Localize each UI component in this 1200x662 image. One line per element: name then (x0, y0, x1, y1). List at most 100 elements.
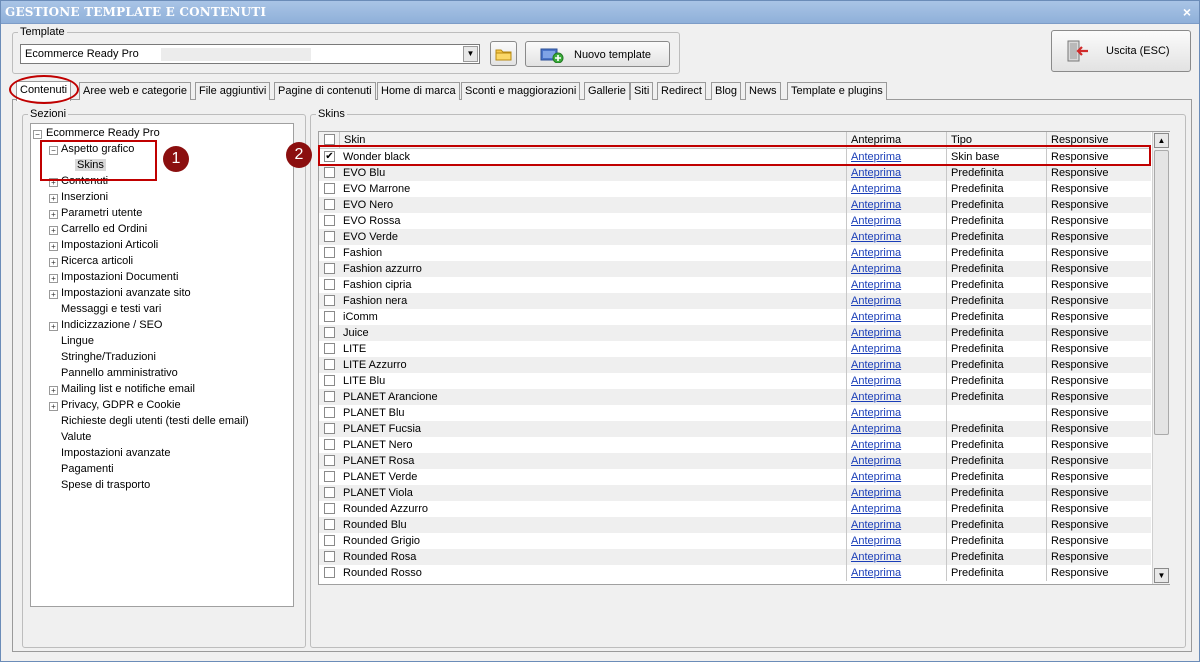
chevron-down-icon[interactable]: ▼ (463, 46, 478, 62)
cell-anteprima-link-text[interactable]: Anteprima (851, 215, 901, 227)
scroll-up-icon[interactable]: ▲ (1154, 133, 1169, 148)
row-checkbox[interactable] (324, 295, 335, 306)
table-row[interactable]: Juice Anteprima Predefinita Responsive (319, 325, 1151, 341)
cell-anteprima-link-text[interactable]: Anteprima (851, 535, 901, 547)
cell-anteprima-link-text[interactable]: Anteprima (851, 423, 901, 435)
row-checkbox[interactable] (324, 391, 335, 402)
cell-anteprima-link-text[interactable]: Anteprima (851, 391, 901, 403)
cell-anteprima-link[interactable]: Anteprima (846, 421, 946, 437)
table-row[interactable]: LITE Blu Anteprima Predefinita Responsive (319, 373, 1151, 389)
folder-button[interactable] (490, 41, 517, 66)
row-checkbox[interactable] (324, 327, 335, 338)
cell-anteprima-link-text[interactable]: Anteprima (851, 279, 901, 291)
cell-anteprima-link-text[interactable]: Anteprima (851, 471, 901, 483)
tree-item[interactable]: Richieste degli utenti (testi delle emai… (61, 415, 249, 427)
tree-item[interactable]: Stringhe/Traduzioni (61, 351, 156, 363)
tree-item[interactable]: Valute (61, 431, 91, 443)
row-checkbox[interactable] (324, 439, 335, 450)
table-row[interactable]: PLANET Fucsia Anteprima Predefinita Respons… (319, 421, 1151, 437)
cell-anteprima-link[interactable]: Anteprima (846, 373, 946, 389)
tab-template-plugins[interactable]: Template e plugins (787, 82, 887, 100)
cell-anteprima-link[interactable]: Anteprima (846, 389, 946, 405)
cell-anteprima-link[interactable]: Anteprima (846, 213, 946, 229)
table-row[interactable]: EVO Verde Anteprima Predefinita Responsive (319, 229, 1151, 245)
tree-item[interactable]: Mailing list e notifiche email (61, 383, 195, 395)
row-checkbox[interactable] (324, 519, 335, 530)
cell-anteprima-link-text[interactable]: Anteprima (851, 247, 901, 259)
tree-expand-item[interactable]: + (49, 210, 58, 219)
cell-anteprima-link-text[interactable]: Anteprima (851, 455, 901, 467)
row-checkbox[interactable] (324, 423, 335, 434)
row-checkbox[interactable] (324, 343, 335, 354)
cell-anteprima-link[interactable]: Anteprima (846, 501, 946, 517)
tree-item[interactable]: Lingue (61, 335, 94, 347)
table-row[interactable]: PLANET Viola Anteprima Predefinita Responsi… (319, 485, 1151, 501)
exit-button[interactable]: Uscita (ESC) (1051, 30, 1191, 72)
table-row[interactable]: Fashion nera Anteprima Predefinita Responsi… (319, 293, 1151, 309)
tree-expand-item[interactable]: + (49, 402, 58, 411)
tab-siti[interactable]: Siti (630, 82, 654, 100)
table-row[interactable]: Rounded Blu Anteprima Predefinita Responsiv… (319, 517, 1151, 533)
tree-expand-item[interactable]: + (49, 194, 58, 203)
table-row[interactable]: PLANET Rosa Anteprima Predefinita Responsiv… (319, 453, 1151, 469)
tree-root[interactable]: Ecommerce Ready Pro (46, 127, 160, 139)
tab-file-aggiuntivi[interactable]: File aggiuntivi (195, 82, 271, 100)
tree-expand-item[interactable]: + (49, 290, 58, 299)
row-checkbox[interactable] (324, 263, 335, 274)
row-checkbox[interactable] (324, 199, 335, 210)
tree-item[interactable]: Indicizzazione / SEO (61, 319, 163, 331)
row-checkbox[interactable] (324, 183, 335, 194)
tree-expand-item[interactable]: + (49, 322, 58, 331)
cell-anteprima-link[interactable]: Anteprima (846, 357, 946, 373)
cell-anteprima-link-text[interactable]: Anteprima (851, 359, 901, 371)
tab-redirect[interactable]: Redirect (657, 82, 706, 100)
cell-anteprima-link[interactable]: Anteprima (846, 549, 946, 565)
table-row[interactable]: EVO Blu Anteprima Predefinita Responsive (319, 165, 1151, 181)
tab-gallerie[interactable]: Gallerie (584, 82, 630, 100)
tree-item[interactable]: Messaggi e testi vari (61, 303, 161, 315)
cell-anteprima-link[interactable]: Anteprima (846, 293, 946, 309)
cell-anteprima-link-text[interactable]: Anteprima (851, 295, 901, 307)
table-row[interactable]: PLANET Verde Anteprima Predefinita Responsi… (319, 469, 1151, 485)
tab-home-marca[interactable]: Home di marca (377, 82, 460, 100)
tree-expand-item[interactable]: + (49, 242, 58, 251)
tree-expand-item[interactable]: + (49, 274, 58, 283)
row-checkbox[interactable] (324, 359, 335, 370)
table-row[interactable]: EVO Marrone Anteprima Predefinita Responsiv… (319, 181, 1151, 197)
row-checkbox[interactable] (324, 311, 335, 322)
table-row[interactable]: Rounded Rosso Anteprima Predefinita Respons… (319, 565, 1151, 581)
cell-anteprima-link[interactable]: Anteprima (846, 533, 946, 549)
grid-scrollbar[interactable]: ▲ ▼ (1152, 132, 1170, 584)
cell-anteprima-link-text[interactable]: Anteprima (851, 487, 901, 499)
cell-anteprima-link[interactable]: Anteprima (846, 245, 946, 261)
table-row[interactable]: PLANET Arancione Anteprima Predefinita Resp… (319, 389, 1151, 405)
row-checkbox[interactable] (324, 247, 335, 258)
table-row[interactable]: LITE Azzurro Anteprima Predefinita Responsi… (319, 357, 1151, 373)
tree-item[interactable]: Spese di trasporto (61, 479, 150, 491)
cell-anteprima-link-text[interactable]: Anteprima (851, 439, 901, 451)
cell-anteprima-link-text[interactable]: Anteprima (851, 231, 901, 243)
template-select[interactable]: Ecommerce Ready Pro ▼ (20, 44, 480, 64)
cell-anteprima-link[interactable]: Anteprima (846, 437, 946, 453)
row-checkbox[interactable] (324, 231, 335, 242)
cell-anteprima-link[interactable]: Anteprima (846, 309, 946, 325)
row-checkbox[interactable] (324, 455, 335, 466)
cell-anteprima-link[interactable]: Anteprima (846, 325, 946, 341)
tree-collapse-root[interactable]: − (33, 130, 42, 139)
table-row[interactable]: Fashion cipria Anteprima Predefinita Respon… (319, 277, 1151, 293)
tree-item[interactable]: Impostazioni avanzate (61, 447, 170, 459)
row-checkbox[interactable] (324, 375, 335, 386)
table-row[interactable]: LITE Anteprima Predefinita Responsive (319, 341, 1151, 357)
cell-anteprima-link-text[interactable]: Anteprima (851, 567, 901, 579)
cell-anteprima-link-text[interactable]: Anteprima (851, 183, 901, 195)
tree-expand-item[interactable]: + (49, 258, 58, 267)
cell-anteprima-link-text[interactable]: Anteprima (851, 263, 901, 275)
tree-item[interactable]: Inserzioni (61, 191, 108, 203)
row-checkbox[interactable] (324, 551, 335, 562)
cell-anteprima-link[interactable]: Anteprima (846, 165, 946, 181)
cell-anteprima-link-text[interactable]: Anteprima (851, 503, 901, 515)
cell-anteprima-link[interactable]: Anteprima (846, 453, 946, 469)
cell-anteprima-link-text[interactable]: Anteprima (851, 199, 901, 211)
cell-anteprima-link-text[interactable]: Anteprima (851, 167, 901, 179)
row-checkbox[interactable] (324, 215, 335, 226)
